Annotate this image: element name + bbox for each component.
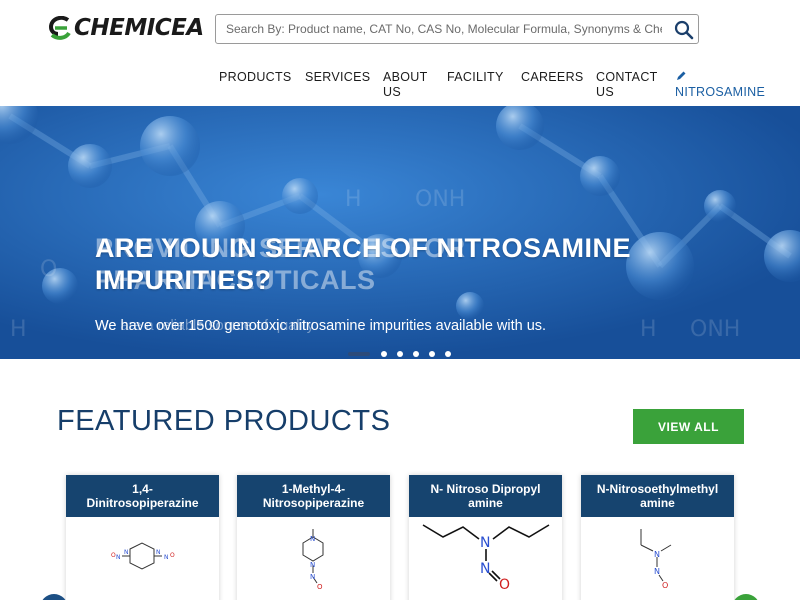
carousel-prev-button[interactable] (40, 594, 68, 600)
site-header: CHEMICEA PRODUCTS SERVICES ABOUTUS FACIL… (0, 0, 800, 106)
search-input[interactable] (216, 15, 672, 43)
slider-dot-4[interactable] (413, 351, 419, 357)
main-nav: PRODUCTS SERVICES ABOUT US FACILITY CAREE… (0, 70, 800, 106)
logo-text: CHEMICEA (74, 15, 204, 41)
nav-careers[interactable]: CAREERS (521, 70, 584, 85)
logo-mark-icon (49, 16, 71, 40)
svg-text:ONH: ONH (415, 187, 465, 212)
product-card-title[interactable]: N- Nitroso Dipropyl amine (409, 475, 562, 517)
svg-text:N: N (124, 549, 129, 556)
svg-text:N: N (156, 549, 161, 556)
slider-dot-2[interactable] (381, 351, 387, 357)
nav-services[interactable]: SERVICES (305, 70, 370, 85)
slider-dot-6[interactable] (445, 351, 451, 357)
svg-text:N: N (310, 561, 315, 569)
svg-text:H: H (640, 317, 657, 342)
nav-nitrosamine[interactable]: NITROSAMINE (675, 70, 765, 100)
nav-contact-us[interactable]: CONTACT US (596, 70, 658, 100)
svg-text:H: H (345, 187, 362, 212)
product-card-title[interactable]: 1,4- Dinitrosopiperazine (66, 475, 219, 517)
svg-text:H: H (10, 317, 27, 342)
product-card-title[interactable]: N-Nitrosoethylmethyl amine (581, 475, 734, 517)
structure-image: N N O (640, 529, 672, 590)
svg-text:N: N (310, 573, 315, 581)
nav-about-us[interactable]: ABOUT US (383, 70, 428, 100)
view-all-button[interactable]: VIEW ALL (633, 409, 744, 444)
search-icon[interactable] (674, 20, 694, 40)
svg-text:N: N (116, 554, 121, 561)
slider-dot-3[interactable] (397, 351, 403, 357)
product-card-title[interactable]: 1-Methyl-4- Nitrosopiperazine (237, 475, 390, 517)
structure-image: N N N N O O (111, 542, 175, 570)
svg-text:O: O (317, 583, 323, 591)
svg-text:N: N (654, 550, 660, 559)
svg-text:ONH: ONH (690, 317, 740, 342)
product-card[interactable]: N- Nitroso Dipropyl amine N N O (409, 475, 562, 600)
slider-dot-1[interactable] (348, 352, 370, 356)
hero-slider: H H ONH H ONH O PROVIDING SERVICES FOR PH… (0, 106, 800, 359)
product-card[interactable]: 1,4- Dinitrosopiperazine N N N N O O (66, 475, 219, 600)
hero-title: ARE YOU IN SEARCH OF NITROSAMINE IMPURITI… (95, 233, 632, 295)
featured-products-heading: FEATURED PRODUCTS (57, 405, 391, 437)
structure-image: N N N O (302, 529, 324, 591)
svg-text:N: N (654, 567, 660, 576)
product-card[interactable]: 1-Methyl-4- Nitrosopiperazine N N N O (237, 475, 390, 600)
search-box (215, 14, 699, 44)
product-card[interactable]: N-Nitrosoethylmethyl amine N N O (581, 475, 734, 600)
carousel-next-button[interactable] (732, 594, 760, 600)
slider-dot-5[interactable] (429, 351, 435, 357)
chemicea-logo[interactable]: CHEMICEA (49, 14, 204, 42)
hero-subtitle: We have over 1500 genotoxic nitrosamine … (95, 318, 547, 334)
nav-nitrosamine-label: NITROSAMINE (675, 85, 766, 99)
svg-text:N: N (480, 561, 490, 577)
nav-facility[interactable]: FACILITY (447, 70, 504, 85)
svg-text:N: N (310, 535, 315, 543)
svg-text:O: O (662, 581, 668, 590)
structure-image: N N O (422, 524, 550, 593)
svg-text:O: O (111, 552, 116, 559)
pen-icon (677, 71, 686, 80)
svg-text:O: O (40, 257, 57, 282)
svg-text:N: N (164, 554, 169, 561)
svg-text:O: O (499, 577, 510, 593)
nav-products[interactable]: PRODUCTS (219, 70, 292, 85)
svg-text:N: N (480, 535, 490, 551)
slider-dots (348, 350, 461, 358)
svg-text:O: O (170, 552, 175, 559)
